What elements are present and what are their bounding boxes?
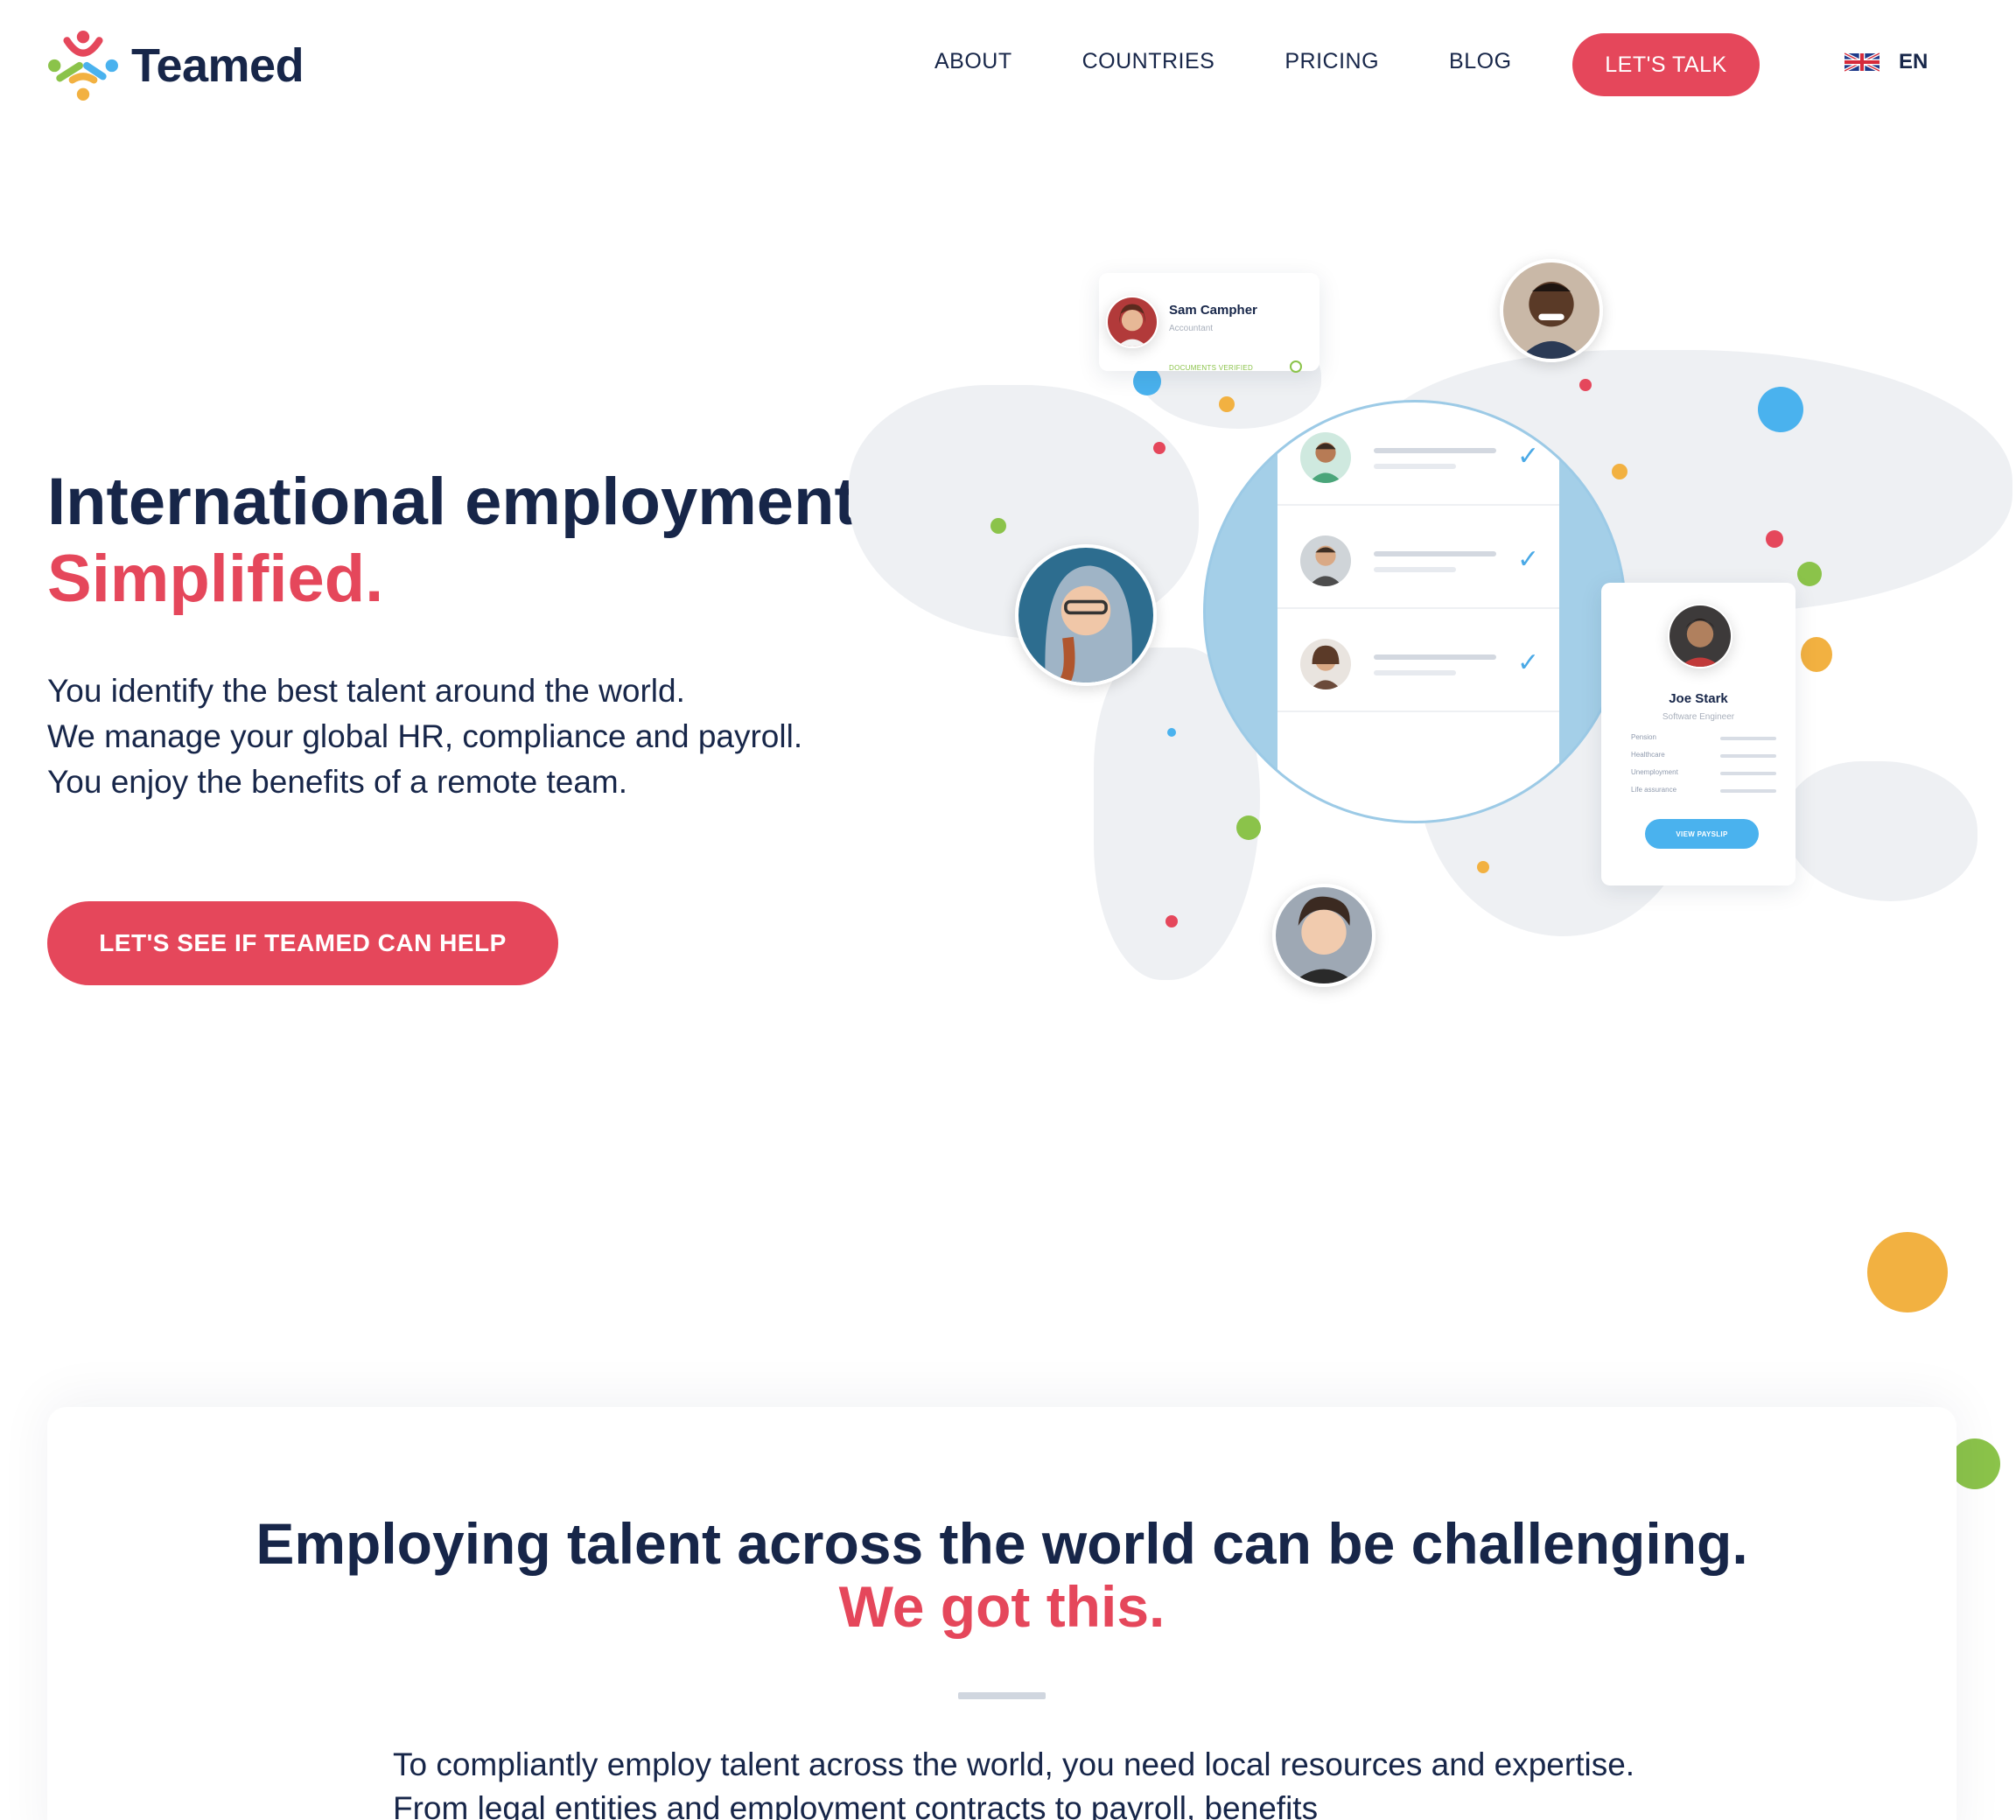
joe-role: Software Engineer: [1662, 712, 1735, 722]
benefit-label: Pension: [1631, 733, 1656, 741]
employees-circle: ✓ ✓ ✓: [1203, 400, 1627, 823]
list-item: ✓: [1278, 402, 1559, 506]
decor-dot: [990, 518, 1006, 534]
map-australia: [1785, 761, 1978, 901]
list-item: ✓: [1278, 506, 1559, 609]
hero-subtitle: You identify the best talent around the …: [47, 668, 802, 805]
joe-name: Joe Stark: [1669, 691, 1728, 706]
decor-dot: [1867, 1232, 1948, 1312]
hero-subtitle-line: We manage your global HR, compliance and…: [47, 718, 803, 754]
decor-dot: [1133, 368, 1161, 396]
section-body: To compliantly employ talent across the …: [393, 1746, 1635, 1820]
sam-name: Sam Campher: [1169, 303, 1257, 318]
divider: [958, 1692, 1046, 1699]
decor-dot: [1612, 464, 1628, 480]
section-title-line1: Employing talent across the world can be…: [256, 1511, 1748, 1576]
decor-dot: [1153, 442, 1166, 454]
check-icon: ✓: [1517, 545, 1540, 574]
hero-illustration: ✓ ✓ ✓ Sam Campher Accountant DOCUMENTS V…: [840, 254, 2016, 1006]
logo[interactable]: Teamed: [47, 30, 304, 102]
benefit-row: Life assurance: [1631, 786, 1776, 796]
decor-dot: [1166, 915, 1178, 928]
decor-dot: [1236, 816, 1261, 840]
benefit-label: Life assurance: [1631, 786, 1677, 794]
avatar: [1300, 432, 1351, 483]
employee-list-card: ✓ ✓ ✓: [1278, 402, 1559, 821]
decor-dot: [1950, 1438, 2000, 1489]
avatar: [1272, 884, 1376, 987]
main-nav: ABOUT COUNTRIES PRICING BLOG: [934, 49, 1582, 74]
benefit-row: Unemployment: [1631, 768, 1776, 779]
uk-flag-icon: [1844, 52, 1880, 73]
decor-dot: [1801, 637, 1832, 672]
nav-countries[interactable]: COUNTRIES: [1082, 49, 1215, 74]
nav-about[interactable]: ABOUT: [934, 49, 1012, 74]
check-icon: ✓: [1517, 442, 1540, 471]
decor-dot: [1766, 530, 1783, 548]
site-header: Teamed ABOUT COUNTRIES PRICING BLOG LET'…: [0, 0, 2016, 131]
avatar: [1300, 536, 1351, 586]
see-if-teamed-can-help-button[interactable]: LET'S SEE IF TEAMED CAN HELP: [47, 901, 558, 985]
hero-title: International employment Simplified.: [47, 464, 857, 618]
benefit-row: Pension: [1631, 733, 1776, 744]
sam-campher-card: Sam Campher Accountant DOCUMENTS VERIFIE…: [1099, 273, 1320, 373]
challenge-section: Employing talent across the world can be…: [47, 1407, 1956, 1820]
hero-title-accent: Simplified.: [47, 542, 384, 616]
view-payslip-button: VIEW PAYSLIP: [1645, 819, 1759, 849]
lets-talk-button[interactable]: LET'S TALK: [1572, 33, 1760, 96]
decor-dot: [1797, 562, 1822, 586]
hero-title-line1: International employment: [47, 465, 857, 539]
hero-subtitle-line: You identify the best talent around the …: [47, 673, 685, 709]
decor-dot: [1167, 728, 1176, 737]
benefit-row: Healthcare: [1631, 751, 1776, 761]
benefit-label: Unemployment: [1631, 768, 1678, 776]
joe-stark-card: Joe Stark Software Engineer Pension Heal…: [1601, 583, 1796, 886]
decor-dot: [1758, 387, 1803, 432]
hero-subtitle-line: You enjoy the benefits of a remote team.: [47, 764, 628, 800]
avatar: [1106, 296, 1158, 348]
brand-name: Teamed: [131, 39, 304, 92]
benefit-label: Healthcare: [1631, 751, 1665, 759]
check-icon: ✓: [1517, 648, 1540, 677]
list-item: ✓: [1278, 609, 1559, 712]
nav-blog[interactable]: BLOG: [1449, 49, 1511, 74]
section-title: Employing talent across the world can be…: [47, 1512, 1956, 1638]
decor-dot: [1579, 379, 1592, 391]
decor-dot: [1477, 861, 1489, 873]
nav-pricing[interactable]: PRICING: [1284, 49, 1379, 74]
avatar: [1500, 259, 1603, 362]
avatar: [1668, 604, 1732, 668]
section-title-accent: We got this.: [838, 1574, 1166, 1639]
language-selector[interactable]: EN: [1844, 49, 1928, 75]
language-code: EN: [1899, 50, 1928, 74]
avatar: [1300, 639, 1351, 690]
documents-verified-label: DOCUMENTS VERIFIED: [1169, 364, 1254, 372]
avatar: [1015, 544, 1157, 686]
sam-role: Accountant: [1169, 324, 1214, 333]
verified-check-icon: [1290, 360, 1302, 373]
teamed-logo-icon: [48, 31, 118, 101]
decor-dot: [1219, 396, 1235, 412]
